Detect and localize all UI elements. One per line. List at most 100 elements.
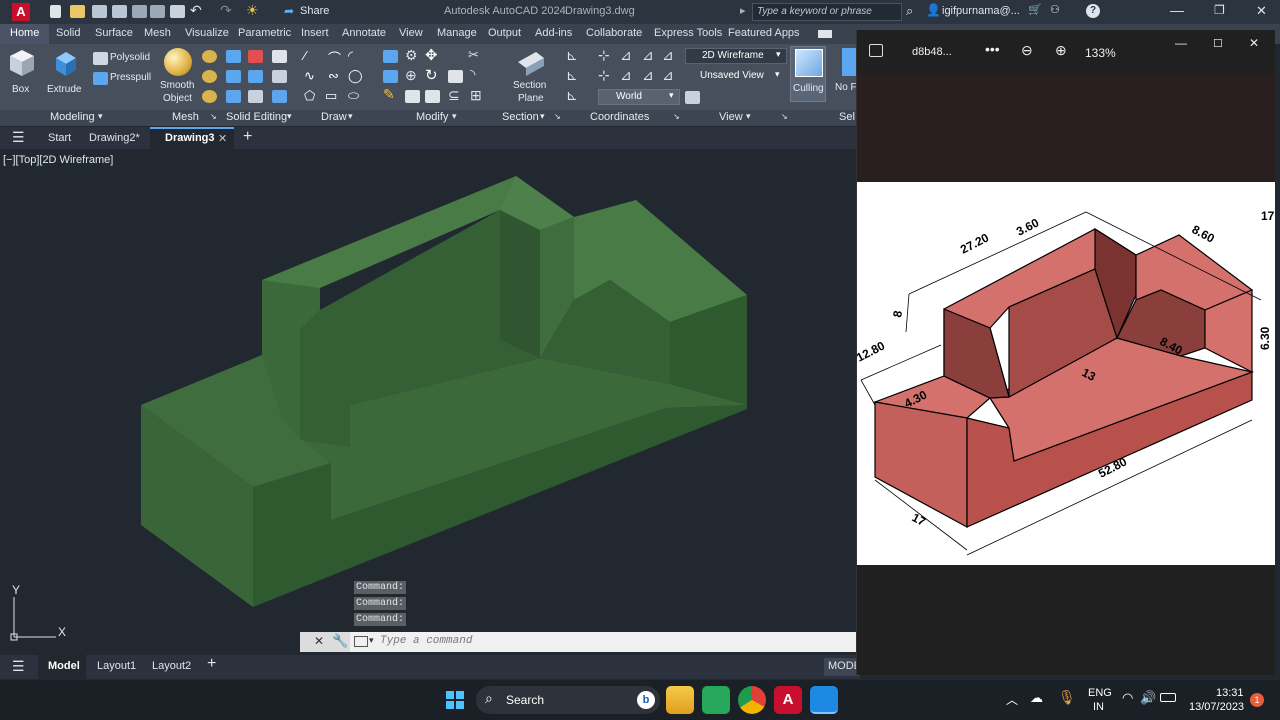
dropdown-arrow-icon[interactable]: ▾ bbox=[287, 111, 292, 122]
zoom-in-icon[interactable]: ⊕ bbox=[1055, 42, 1067, 59]
redo-icon[interactable]: ↷ bbox=[220, 2, 232, 19]
plot-icon[interactable] bbox=[170, 5, 185, 18]
ribbon-toggle-icon[interactable] bbox=[818, 30, 832, 38]
mirror-icon[interactable] bbox=[383, 50, 398, 63]
tab-surface[interactable]: Surface bbox=[95, 27, 133, 39]
command-input[interactable]: ▾ Type a command bbox=[350, 632, 856, 652]
search-icon[interactable]: ⌕ bbox=[906, 3, 913, 19]
dropdown-arrow-icon[interactable]: ▾ bbox=[348, 111, 353, 122]
circle-icon[interactable]: ◯ bbox=[348, 68, 363, 84]
new-layout-icon[interactable]: + bbox=[207, 655, 216, 673]
dialog-launcher-icon[interactable]: ↘ bbox=[781, 112, 788, 121]
scale-icon[interactable] bbox=[405, 90, 420, 103]
new-tab-icon[interactable]: + bbox=[243, 128, 252, 146]
rotate-icon[interactable]: ↻ bbox=[425, 66, 438, 84]
panel-view[interactable]: View bbox=[719, 111, 743, 123]
ucs-z-icon[interactable]: ⊿ bbox=[662, 47, 674, 64]
dropdown-arrow-icon[interactable]: ▾ bbox=[540, 111, 545, 122]
close-command-icon[interactable]: ✕ bbox=[314, 634, 324, 648]
panel-modeling[interactable]: Modeling bbox=[50, 111, 95, 123]
file-tab-start[interactable]: Start bbox=[48, 132, 71, 144]
3d-array-icon[interactable]: ⊕ bbox=[405, 67, 417, 84]
tab-express-tools[interactable]: Express Tools bbox=[654, 27, 722, 39]
ucs-named-icon[interactable]: ⊾ bbox=[566, 87, 578, 104]
tab-home[interactable]: Home bbox=[0, 24, 50, 44]
tab-model-active[interactable]: Model bbox=[38, 655, 86, 679]
user-name[interactable]: igifpurnama@... bbox=[942, 5, 1020, 17]
polysolid-label[interactable]: Polysolid bbox=[110, 52, 150, 63]
extract-edges-icon[interactable] bbox=[272, 70, 287, 83]
file-explorer-icon[interactable] bbox=[666, 686, 694, 714]
notification-badge[interactable]: 1 bbox=[1250, 693, 1264, 707]
box-button[interactable]: Box bbox=[4, 48, 38, 98]
arc-icon[interactable]: ◜ bbox=[348, 48, 353, 64]
language-eng[interactable]: ENG bbox=[1088, 687, 1112, 699]
polysolid-icon[interactable] bbox=[93, 52, 108, 65]
onedrive-icon[interactable]: ☁ bbox=[1030, 690, 1043, 706]
cart-icon[interactable]: 🛒 bbox=[1028, 3, 1042, 16]
culling-button[interactable]: Culling bbox=[790, 46, 826, 102]
slice-icon[interactable] bbox=[226, 90, 241, 103]
web-mobile-icon[interactable] bbox=[132, 5, 147, 18]
dropdown-arrow-icon[interactable]: ▾ bbox=[369, 635, 374, 646]
tab-output[interactable]: Output bbox=[488, 27, 521, 39]
tab-annotate[interactable]: Annotate bbox=[342, 27, 386, 39]
tab-collaborate[interactable]: Collaborate bbox=[586, 27, 642, 39]
viewer-minimize-icon[interactable]: — bbox=[1175, 36, 1187, 50]
ucs-object-icon[interactable]: ⊹ bbox=[598, 67, 610, 84]
mesh-tool-1-icon[interactable] bbox=[202, 50, 217, 63]
restore-icon[interactable]: ❐ bbox=[1214, 3, 1225, 17]
helix-icon[interactable]: ∾ bbox=[328, 68, 339, 84]
mesh-tool-3-icon[interactable] bbox=[202, 90, 217, 103]
panel-selection[interactable]: Sel bbox=[839, 111, 855, 123]
command-prompt-icon[interactable] bbox=[354, 636, 368, 647]
camera-icon[interactable] bbox=[685, 91, 700, 104]
save-as-icon[interactable] bbox=[112, 5, 127, 18]
dialog-launcher-icon[interactable]: ↘ bbox=[554, 112, 561, 121]
ucs-3point-icon[interactable]: ⊿ bbox=[642, 67, 654, 84]
windows-start-icon[interactable] bbox=[441, 686, 469, 714]
autocad-logo-icon[interactable]: A bbox=[12, 3, 30, 21]
named-view-dropdown[interactable]: Unsaved View ▾ bbox=[685, 69, 787, 85]
panel-draw[interactable]: Draw bbox=[321, 111, 347, 123]
panel-mesh[interactable]: Mesh bbox=[172, 111, 199, 123]
ucs-y-icon[interactable]: ⊿ bbox=[642, 47, 654, 64]
extrude-button[interactable]: Extrude bbox=[44, 48, 84, 98]
tab-solid[interactable]: Solid bbox=[56, 27, 80, 39]
new-icon[interactable] bbox=[50, 5, 61, 18]
tab-add-ins[interactable]: Add-ins bbox=[535, 27, 572, 39]
polygon-icon[interactable]: ⬠ bbox=[304, 88, 315, 104]
people-icon[interactable]: ⚇ bbox=[1050, 3, 1060, 16]
grid-array-icon[interactable]: ⊞ bbox=[470, 87, 482, 104]
pencil-icon[interactable]: ✎ bbox=[383, 86, 395, 103]
spline-icon[interactable]: ∿ bbox=[304, 68, 315, 84]
menu-icon[interactable]: ☰ bbox=[12, 658, 25, 675]
open-icon[interactable] bbox=[70, 5, 85, 18]
line-icon[interactable]: ⁄ bbox=[304, 48, 306, 63]
intersect-icon[interactable] bbox=[226, 70, 241, 83]
wifi-icon[interactable]: ◠ bbox=[1122, 690, 1133, 706]
save-icon[interactable] bbox=[92, 5, 107, 18]
subtract-icon[interactable] bbox=[248, 50, 263, 63]
panel-solid-editing[interactable]: Solid Editing bbox=[226, 111, 287, 123]
fillet-edge-icon[interactable] bbox=[272, 50, 287, 63]
mesh-tool-2-icon[interactable] bbox=[202, 70, 217, 83]
expand-arrow-icon[interactable]: ▸ bbox=[740, 4, 746, 17]
move-icon[interactable]: ✥ bbox=[425, 46, 438, 64]
sun-icon[interactable]: ☀ bbox=[246, 2, 259, 19]
close-icon[interactable]: ✕ bbox=[1256, 3, 1267, 19]
polyline-icon[interactable]: ⌒ bbox=[328, 48, 341, 67]
panel-coordinates[interactable]: Coordinates bbox=[590, 111, 649, 123]
trim-icon[interactable]: ✂ bbox=[468, 47, 479, 63]
rectangle-icon[interactable]: ▭ bbox=[325, 88, 337, 104]
ucs-x-icon[interactable]: ⊿ bbox=[620, 47, 632, 64]
file-tab-drawing2[interactable]: Drawing2* bbox=[89, 132, 140, 144]
panel-section[interactable]: Section bbox=[502, 111, 539, 123]
tab-layout1[interactable]: Layout1 bbox=[97, 660, 136, 672]
chrome-icon[interactable] bbox=[738, 686, 766, 714]
share-icon[interactable]: ➦ bbox=[284, 4, 294, 18]
autocad-taskbar-icon[interactable]: A bbox=[774, 686, 802, 714]
smooth-object-button[interactable]: Smooth Object bbox=[158, 46, 198, 104]
help-icon[interactable]: ? bbox=[1086, 4, 1100, 18]
align-icon[interactable] bbox=[383, 70, 398, 83]
